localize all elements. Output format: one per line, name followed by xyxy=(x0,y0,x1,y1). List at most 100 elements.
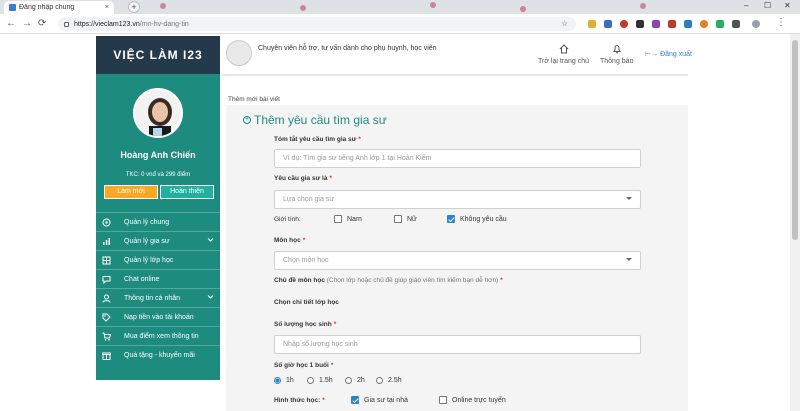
forward-arrow-icon[interactable]: → xyxy=(22,18,32,29)
profile-icon[interactable] xyxy=(752,20,760,28)
topic-label: Chủ đề môn học (Chọn lớp hoặc chủ đề giú… xyxy=(274,277,503,284)
decor-blossom xyxy=(300,5,306,11)
logout-label: Đăng xuất xyxy=(660,51,692,58)
hours-option-2h[interactable]: 2h xyxy=(345,377,365,384)
hours-option-2-5h[interactable]: 2.5h xyxy=(376,377,402,384)
subject-select[interactable]: Chọn môn học xyxy=(274,251,641,270)
notifications-label: Thông báo xyxy=(600,58,634,65)
browser-menu-icon[interactable]: ⋮ xyxy=(776,17,786,28)
sidebar-item-label: Chat online xyxy=(124,275,160,283)
summary-label-text: Tóm tắt yêu cầu tìm gia sư xyxy=(274,136,357,143)
class-detail-label[interactable]: Chọn chi tiết lớp học xyxy=(274,299,339,306)
notifications-link[interactable]: Thông báo xyxy=(600,44,633,65)
bookmark-star-icon[interactable]: ☆ xyxy=(561,19,568,28)
gender-option-label: Nam xyxy=(347,215,362,223)
radio[interactable] xyxy=(376,377,383,384)
browser-tab[interactable]: Đăng nhập chung × xyxy=(4,1,114,14)
home-icon xyxy=(538,44,589,56)
sidebar-menu: Quản lý chung Quản lý gia sư Quản lý lớp… xyxy=(96,212,220,364)
checkbox-checked[interactable] xyxy=(351,396,359,404)
site-favicon-icon xyxy=(9,4,16,11)
students-placeholder: Nhập số lượng học sinh xyxy=(283,341,358,348)
tutor-requirement-label: Yêu cầu gia sư là * xyxy=(274,175,332,182)
page-scrollbar[interactable] xyxy=(790,34,800,411)
back-arrow-icon[interactable]: ← xyxy=(6,18,16,29)
header-tagline: Chuyên viên hỗ trợ, tư vấn dành cho phụ … xyxy=(258,45,437,52)
checkbox-checked[interactable] xyxy=(447,215,455,223)
minimize-button[interactable]: – xyxy=(744,1,748,10)
students-input[interactable]: Nhập số lượng học sinh xyxy=(274,335,641,354)
format-option-tai-nha[interactable]: Gia sư tại nhà xyxy=(351,396,408,404)
sidebar-item-quan-ly-gia-su[interactable]: Quản lý gia sư xyxy=(96,231,220,250)
hours-option-1-5h[interactable]: 1.5h xyxy=(307,377,333,384)
extension-icon[interactable] xyxy=(636,20,644,28)
radio-checked[interactable] xyxy=(274,377,281,384)
close-window-button[interactable]: ✕ xyxy=(784,1,791,10)
extension-icon[interactable] xyxy=(684,20,692,28)
sidebar-item-nap-tien[interactable]: Nạp tiền vào tài khoản xyxy=(96,307,220,326)
home-link[interactable]: Trở lại trang chủ xyxy=(538,44,589,65)
sidebar-item-label: Quản lý chung xyxy=(124,218,170,226)
sidebar-item-label: Quản lý gia sư xyxy=(124,237,170,245)
radio[interactable] xyxy=(307,377,314,384)
extension-icon[interactable] xyxy=(588,20,596,28)
summary-input[interactable]: Ví dụ: Tìm gia sư tiếng Anh lớp 1 tại Ho… xyxy=(274,149,641,168)
students-label: Số lượng học sinh * xyxy=(274,321,336,328)
chart-icon xyxy=(102,237,111,246)
extension-icon[interactable] xyxy=(700,20,708,28)
grid-icon xyxy=(102,256,111,265)
extension-icon[interactable] xyxy=(732,20,740,28)
new-tab-button[interactable]: + xyxy=(128,1,140,13)
hours-option-label: 2.5h xyxy=(388,377,402,384)
summary-label: Tóm tắt yêu cầu tìm gia sư * xyxy=(274,136,361,143)
tag-icon xyxy=(102,313,111,322)
scrollbar-thumb[interactable] xyxy=(792,40,798,240)
checkbox[interactable] xyxy=(334,215,342,223)
extension-icon[interactable] xyxy=(668,20,676,28)
radio[interactable] xyxy=(345,377,352,384)
header-avatar xyxy=(226,40,252,66)
gender-option-nu[interactable]: Nữ xyxy=(394,215,417,223)
reload-icon[interactable]: ⟳ xyxy=(38,18,46,29)
gear-icon xyxy=(102,218,111,227)
page-title: + Thêm yêu cầu tìm gia sư xyxy=(243,113,387,127)
gender-option-label: Không yêu cầu xyxy=(460,215,507,223)
sidebar-item-qua-tang[interactable]: Quà tặng - khuyến mãi xyxy=(96,345,220,364)
required-mark: * xyxy=(302,237,306,244)
hours-option-1h[interactable]: 1h xyxy=(274,377,294,384)
checkbox[interactable] xyxy=(439,396,447,404)
extension-icon[interactable] xyxy=(716,20,724,28)
logout-link[interactable]: ⊢→ Đăng xuất xyxy=(645,50,692,58)
extension-icon[interactable] xyxy=(604,20,612,28)
tutor-requirement-value: Lựa chọn gia sư xyxy=(283,196,335,203)
tab-close-button[interactable]: × xyxy=(105,4,109,11)
sidebar-item-label: Quà tặng - khuyến mãi xyxy=(124,351,195,359)
sidebar-item-quan-ly-lop-hoc[interactable]: Quản lý lớp học xyxy=(96,250,220,269)
gender-option-nam[interactable]: Nam xyxy=(334,215,362,223)
checkbox[interactable] xyxy=(394,215,402,223)
sidebar-item-label: Mua điểm xem thông tin xyxy=(124,332,199,340)
gender-option-khong-yeu-cau[interactable]: Không yêu cầu xyxy=(447,215,507,223)
pinterest-icon[interactable] xyxy=(620,20,628,28)
required-mark: * xyxy=(330,362,334,369)
site-logo[interactable]: VIỆC LÀM I23 xyxy=(96,36,220,74)
refresh-profile-button[interactable]: Làm mới xyxy=(104,185,158,199)
sidebar-item-chat-online[interactable]: Chat online xyxy=(96,269,220,288)
account-balance: TKC: 0 vnđ và 299 điểm xyxy=(125,172,191,178)
user-avatar[interactable] xyxy=(133,88,183,138)
dropdown-caret-icon xyxy=(626,258,632,261)
gender-label: Giới tính: xyxy=(274,216,301,223)
hours-label: Số giờ học 1 buổi * xyxy=(274,362,333,369)
address-bar[interactable]: https://vieclam123.vn/mn-hv-dang-tin ☆ xyxy=(58,17,576,31)
sidebar-item-quan-ly-chung[interactable]: Quản lý chung xyxy=(96,212,220,231)
format-option-online[interactable]: Online trực tuyến xyxy=(439,396,506,404)
sidebar-item-mua-diem[interactable]: Mua điểm xem thông tin xyxy=(96,326,220,345)
sidebar: VIỆC LÀM I23 Hoàng Anh Chiến TKC: 0 vnđ … xyxy=(96,36,220,380)
complete-profile-button[interactable]: Hoàn thiện xyxy=(160,185,214,199)
required-mark: * xyxy=(329,175,333,182)
cart-icon xyxy=(102,332,111,341)
extension-icon[interactable] xyxy=(652,20,660,28)
sidebar-item-thong-tin-ca-nhan[interactable]: Thông tin cá nhân xyxy=(96,288,220,307)
tutor-requirement-select[interactable]: Lựa chọn gia sư xyxy=(274,190,641,209)
maximize-button[interactable]: ☐ xyxy=(764,1,771,10)
